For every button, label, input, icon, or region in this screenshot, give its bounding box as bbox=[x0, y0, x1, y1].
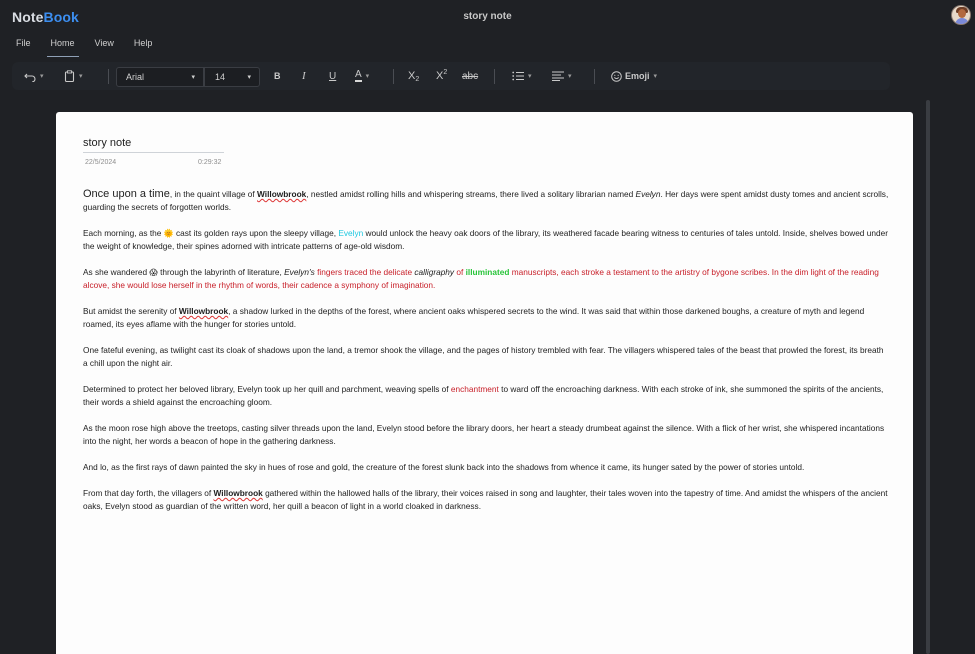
chevron-down-icon: ▾ bbox=[247, 74, 251, 81]
story-paragraph: Determined to protect her beloved librar… bbox=[83, 384, 884, 407]
undo-button[interactable]: ▾ bbox=[24, 62, 44, 90]
menu-bar: File Home View Help bbox=[6, 36, 163, 57]
superscript-mark: 2 bbox=[443, 68, 448, 76]
undo-icon bbox=[24, 73, 36, 82]
superscript-button[interactable]: X2 bbox=[436, 62, 447, 90]
editor-content[interactable]: Once upon a time, in the quaint village … bbox=[83, 188, 889, 526]
toolbar-divider bbox=[393, 69, 394, 84]
font-family-value: Arial bbox=[126, 72, 145, 82]
bullet-list-button[interactable]: ▾ bbox=[512, 62, 532, 90]
chevron-down-icon: ▾ bbox=[191, 74, 195, 81]
chevron-down-icon: ▾ bbox=[365, 73, 370, 80]
format-toolbar: ▾ ▾ Arial ▾ 14 ▾ B I U A ▾ X2 X2 abc ▾ ▾… bbox=[12, 62, 890, 90]
emoji-button[interactable]: Emoji ▾ bbox=[611, 62, 657, 90]
emoji-icon bbox=[611, 70, 622, 82]
story-paragraph: As the moon rose high above the treetops… bbox=[83, 423, 885, 446]
document-page[interactable]: story note 22/5/2024 0:29:32 Once upon a… bbox=[56, 112, 913, 654]
top-bar: NoteBook story note bbox=[0, 0, 975, 34]
chevron-down-icon: ▾ bbox=[568, 73, 572, 80]
font-color-label: A bbox=[355, 69, 362, 82]
superscript-label: X bbox=[436, 70, 444, 82]
underline-button[interactable]: U bbox=[329, 62, 336, 90]
menu-file[interactable]: File bbox=[6, 36, 41, 54]
subscript-button[interactable]: X2 bbox=[408, 62, 419, 90]
clipboard-button[interactable]: ▾ bbox=[64, 62, 83, 90]
scream-emoji-icon: 😱 bbox=[149, 268, 158, 277]
menu-home[interactable]: Home bbox=[41, 36, 85, 57]
note-title-input[interactable]: story note bbox=[83, 137, 224, 153]
toolbar-divider bbox=[594, 69, 595, 84]
scrollbar[interactable] bbox=[926, 100, 930, 654]
bold-button[interactable]: B bbox=[274, 62, 281, 90]
menu-view[interactable]: View bbox=[85, 36, 124, 54]
align-icon bbox=[552, 71, 564, 81]
chevron-down-icon: ▾ bbox=[40, 73, 44, 80]
font-color-button[interactable]: A ▾ bbox=[355, 62, 369, 90]
story-paragraph: One fateful evening, as twilight cast it… bbox=[83, 345, 884, 368]
story-paragraph: But amidst the serenity of Willowbrook, … bbox=[83, 306, 865, 329]
sun-emoji-icon: 🌞 bbox=[163, 229, 174, 238]
toolbar-divider bbox=[108, 69, 109, 84]
font-size-select[interactable]: 14 ▾ bbox=[204, 67, 260, 87]
note-date: 22/5/2024 bbox=[85, 159, 117, 166]
chevron-down-icon: ▾ bbox=[528, 73, 532, 80]
story-paragraph: Once upon a time, in the quaint village … bbox=[83, 188, 889, 212]
story-paragraph: From that day forth, the villagers of Wi… bbox=[83, 488, 888, 511]
font-family-select[interactable]: Arial ▾ bbox=[116, 67, 204, 87]
document-title: story note bbox=[463, 11, 512, 22]
menu-help[interactable]: Help bbox=[124, 36, 163, 54]
align-button[interactable]: ▾ bbox=[552, 62, 572, 90]
chevron-down-icon: ▾ bbox=[79, 73, 83, 80]
clipboard-icon bbox=[64, 70, 75, 82]
strikethrough-button[interactable]: abc bbox=[462, 62, 478, 90]
toolbar-divider bbox=[494, 69, 495, 84]
avatar[interactable] bbox=[951, 5, 971, 25]
story-paragraph: As she wandered 😱 through the labyrinth … bbox=[83, 267, 879, 290]
subscript-mark: 2 bbox=[415, 75, 420, 83]
font-size-value: 14 bbox=[215, 72, 226, 82]
emoji-label: Emoji bbox=[625, 71, 650, 81]
bullet-list-icon bbox=[512, 71, 524, 81]
story-paragraph: And lo, as the first rays of dawn painte… bbox=[83, 462, 805, 472]
subscript-label: X bbox=[408, 70, 416, 82]
story-paragraph: Each morning, as the 🌞 cast its golden r… bbox=[83, 228, 888, 251]
note-time: 0:29:32 bbox=[198, 159, 222, 166]
italic-button[interactable]: I bbox=[302, 62, 306, 90]
chevron-down-icon: ▾ bbox=[653, 73, 658, 80]
